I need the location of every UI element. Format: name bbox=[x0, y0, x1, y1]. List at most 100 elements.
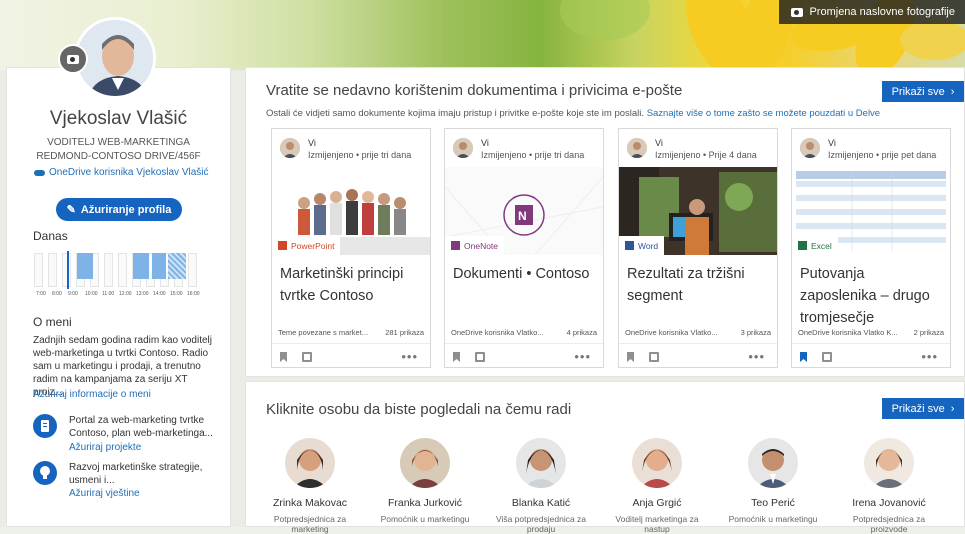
card-actions: ••• bbox=[619, 343, 777, 367]
person-role: Viša potpredsjednica za prodaju bbox=[495, 514, 587, 534]
card-app-tag: PowerPoint bbox=[272, 236, 341, 255]
card-footer: OneDrive korisnika Vlatko... 4 prikaza bbox=[451, 328, 597, 337]
more-options-icon[interactable]: ••• bbox=[748, 349, 765, 364]
change-cover-photo-button[interactable]: Promjena naslovne fotografije bbox=[779, 0, 965, 24]
card-footer: Teme povezane s market... 281 prikaza bbox=[278, 328, 424, 337]
card-views: 281 prikaza bbox=[385, 328, 424, 337]
more-options-icon[interactable]: ••• bbox=[401, 349, 418, 364]
author-avatar bbox=[800, 138, 820, 158]
calendar-tick: 9:00 bbox=[68, 291, 78, 297]
person-card[interactable]: Irena Jovanović Potpredsjednica za proiz… bbox=[834, 438, 944, 534]
svg-text:N: N bbox=[518, 209, 527, 223]
document-card[interactable]: Vi Izmijenjeno • prije tri dana N OneNot… bbox=[444, 128, 604, 368]
card-title[interactable]: Putovanja zaposlenika – drugo tromjesečj… bbox=[800, 263, 945, 329]
person-name[interactable]: Blanka Katić bbox=[486, 497, 596, 509]
calendar-tick: 10:00 bbox=[85, 291, 98, 297]
documents-heading: Vratite se nedavno korištenim dokumentim… bbox=[266, 82, 683, 99]
more-options-icon[interactable]: ••• bbox=[921, 349, 938, 364]
copy-link-icon[interactable] bbox=[822, 352, 832, 362]
update-profile-label: Ažuriranje profila bbox=[80, 203, 172, 216]
powerpoint-icon bbox=[278, 241, 287, 250]
pencil-icon: ✎ bbox=[66, 204, 76, 216]
update-profile-button[interactable]: ✎ Ažuriranje profila bbox=[56, 198, 182, 221]
person-avatar[interactable] bbox=[864, 438, 914, 488]
calendar-event-tentative[interactable] bbox=[168, 253, 186, 279]
person-card[interactable]: Teo Perić Pomoćnik u marketingu bbox=[718, 438, 828, 524]
projects-text: Portal za web-marketing tvrtke Contoso, … bbox=[69, 415, 213, 439]
people-panel: Kliknite osobu da biste pogledali na čem… bbox=[245, 381, 965, 534]
person-name[interactable]: Zrinka Makovac bbox=[255, 497, 365, 509]
update-projects-link[interactable]: Ažuriraj projekte bbox=[69, 442, 141, 453]
excel-icon bbox=[798, 241, 807, 250]
calendar-event[interactable] bbox=[152, 253, 166, 279]
chevron-right-icon: › bbox=[950, 402, 955, 415]
card-source[interactable]: OneDrive korisnika Vlatko... bbox=[625, 328, 718, 337]
update-about-link[interactable]: Ažuriraj informacije o meni bbox=[33, 389, 151, 400]
about-heading: O meni bbox=[33, 315, 72, 329]
card-actions: ••• bbox=[272, 343, 430, 367]
card-title[interactable]: Dokumenti • Contoso bbox=[453, 263, 598, 285]
card-modified: Izmijenjeno • prije tri dana bbox=[481, 150, 585, 160]
today-calendar[interactable]: 7:00 8:00 9:00 10:00 11:00 12:00 13:00 1… bbox=[34, 251, 202, 299]
person-card[interactable]: Franka Jurković Pomoćnik u marketingu bbox=[370, 438, 480, 524]
bookmark-icon[interactable] bbox=[800, 352, 807, 362]
card-title[interactable]: Marketinški principi tvrtke Contoso bbox=[280, 263, 425, 307]
show-all-documents-button[interactable]: Prikaži sve › bbox=[882, 81, 964, 102]
calendar-event[interactable] bbox=[77, 253, 93, 279]
card-source[interactable]: OneDrive korisnika Vlatko... bbox=[451, 328, 544, 337]
card-source[interactable]: OneDrive korisnika Vlatko K... bbox=[798, 328, 898, 337]
profile-job-title: VODITELJ WEB-MARKETINGA bbox=[47, 137, 190, 148]
calendar-tick: 11:00 bbox=[102, 291, 115, 297]
person-avatar[interactable] bbox=[516, 438, 566, 488]
author-avatar bbox=[453, 138, 473, 158]
show-all-people-button[interactable]: Prikaži sve › bbox=[882, 398, 964, 419]
person-avatar[interactable] bbox=[748, 438, 798, 488]
person-card[interactable]: Anja Grgić Voditelj marketinga za nastup bbox=[602, 438, 712, 534]
document-card[interactable]: Vi Izmijenjeno • Prije 4 dana Word Rezul… bbox=[618, 128, 778, 368]
card-author[interactable]: Vi bbox=[481, 138, 489, 148]
bookmark-icon[interactable] bbox=[280, 352, 287, 362]
person-name[interactable]: Irena Jovanović bbox=[834, 497, 944, 509]
copy-link-icon[interactable] bbox=[302, 352, 312, 362]
bookmark-icon[interactable] bbox=[453, 352, 460, 362]
trust-delve-link[interactable]: Saznajte više o tome zašto se možete pou… bbox=[647, 108, 880, 119]
copy-link-icon[interactable] bbox=[475, 352, 485, 362]
person-name[interactable]: Franka Jurković bbox=[370, 497, 480, 509]
card-title[interactable]: Rezultati za tržišni segment bbox=[627, 263, 772, 307]
card-author[interactable]: Vi bbox=[308, 138, 316, 148]
person-avatar[interactable] bbox=[400, 438, 450, 488]
calendar-event[interactable] bbox=[133, 253, 149, 279]
projects-section: Portal za web-marketing tvrtke Contoso, … bbox=[33, 414, 223, 454]
update-skills-link[interactable]: Ažuriraj vještine bbox=[69, 488, 140, 499]
document-card[interactable]: Vi Izmijenjeno • prije pet dana Excel Pu… bbox=[791, 128, 951, 368]
person-card[interactable]: Zrinka Makovac Potpredsjednica za market… bbox=[255, 438, 365, 534]
change-profile-photo-button[interactable] bbox=[58, 44, 88, 74]
card-app-name: Excel bbox=[811, 240, 832, 251]
person-card[interactable]: Blanka Katić Viša potpredsjednica za pro… bbox=[486, 438, 596, 534]
card-modified: Izmijenjeno • prije pet dana bbox=[828, 150, 937, 160]
person-name[interactable]: Teo Perić bbox=[718, 497, 828, 509]
author-avatar bbox=[627, 138, 647, 158]
person-avatar[interactable] bbox=[285, 438, 335, 488]
calendar-tick: 16:00 bbox=[187, 291, 200, 297]
onedrive-link[interactable]: OneDrive korisnika Vjekoslav Vlašić bbox=[34, 167, 209, 178]
person-avatar[interactable] bbox=[632, 438, 682, 488]
more-options-icon[interactable]: ••• bbox=[574, 349, 591, 364]
show-all-label: Prikaži sve bbox=[891, 402, 945, 415]
bookmark-icon[interactable] bbox=[627, 352, 634, 362]
change-cover-label: Promjena naslovne fotografije bbox=[809, 6, 955, 18]
documents-subtitle-text: Ostali će vidjeti samo dokumente kojima … bbox=[266, 108, 645, 119]
person-role: Pomoćnik u marketingu bbox=[380, 514, 470, 524]
card-author[interactable]: Vi bbox=[828, 138, 836, 148]
onenote-icon bbox=[451, 241, 460, 250]
person-name[interactable]: Anja Grgić bbox=[602, 497, 712, 509]
document-card[interactable]: Vi Izmijenjeno • prije tri dana PowerPoi… bbox=[271, 128, 431, 368]
copy-link-icon[interactable] bbox=[649, 352, 659, 362]
card-source[interactable]: Teme povezane s market... bbox=[278, 328, 368, 337]
card-author[interactable]: Vi bbox=[655, 138, 663, 148]
calendar-tick: 13:00 bbox=[136, 291, 149, 297]
card-footer: OneDrive korisnika Vlatko K... 2 prikaza bbox=[798, 328, 944, 337]
card-views: 2 prikaza bbox=[913, 328, 944, 337]
card-header: Vi Izmijenjeno • prije tri dana bbox=[445, 129, 603, 167]
today-heading: Danas bbox=[33, 229, 68, 243]
